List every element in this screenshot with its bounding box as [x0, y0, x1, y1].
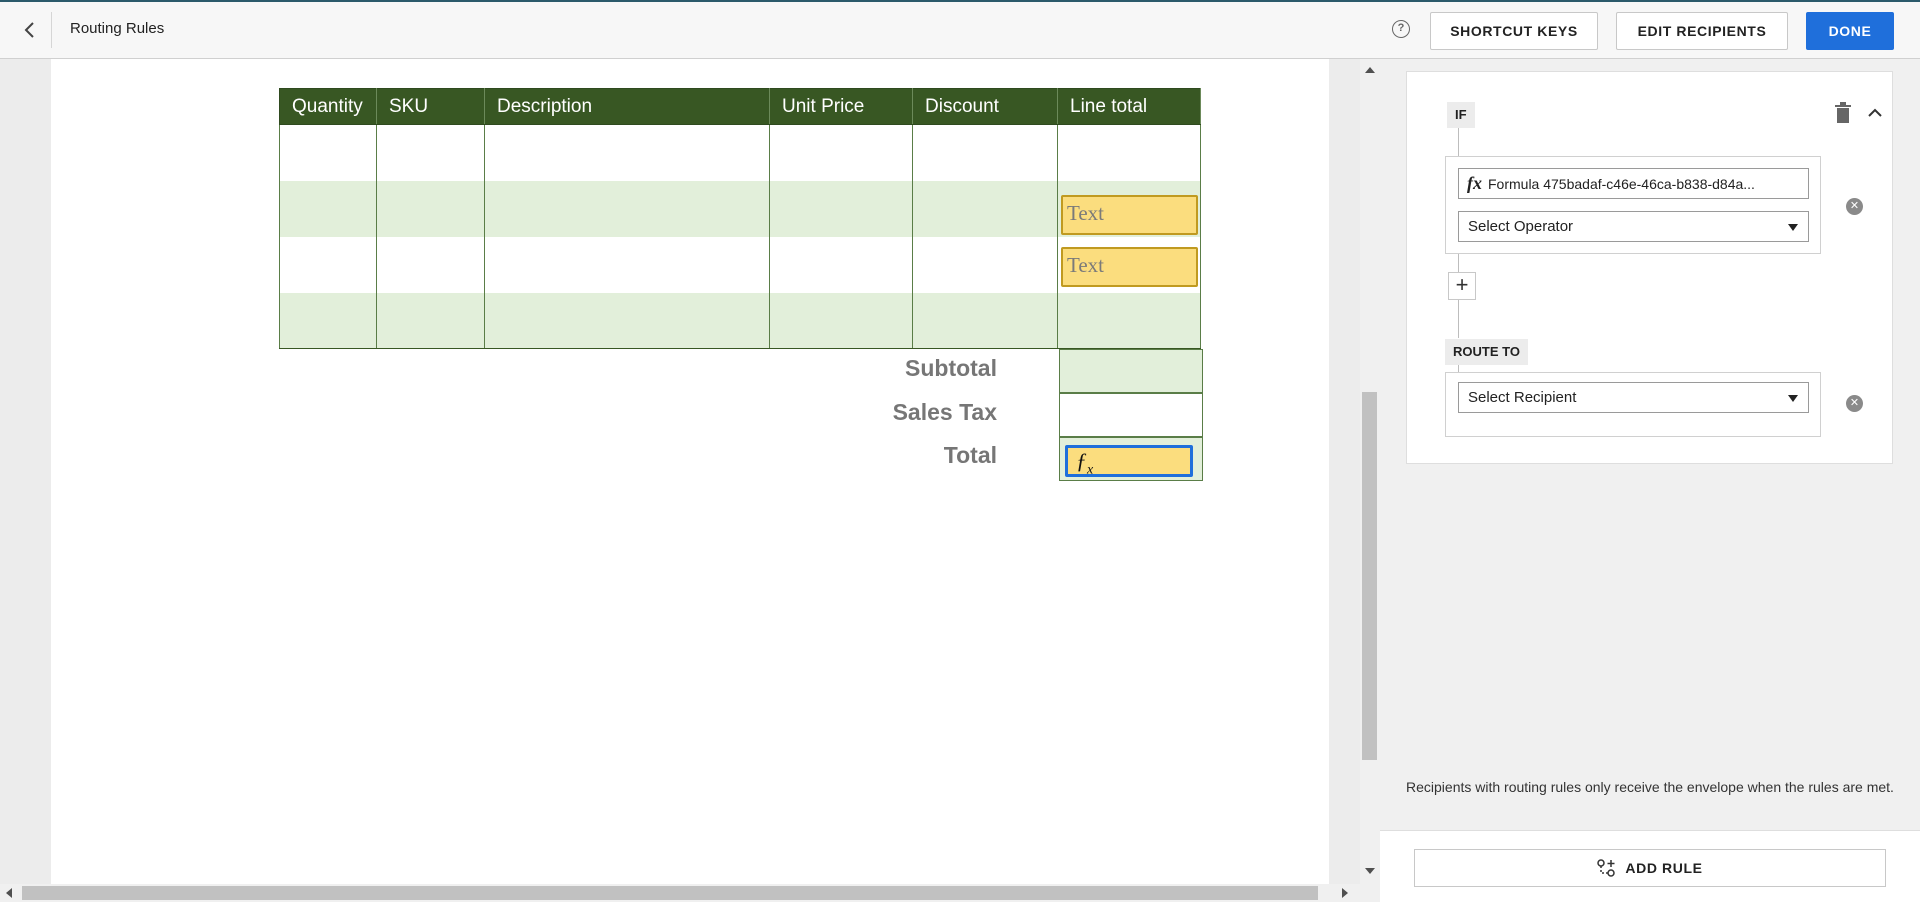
table-row: [279, 124, 1201, 181]
text-field[interactable]: Text: [1061, 247, 1198, 287]
document-page: Quantity SKU Description Unit Price Disc…: [51, 59, 1329, 884]
function-icon: fx: [1467, 173, 1482, 193]
sales-tax-cell: [1059, 393, 1203, 437]
table-row: [279, 292, 1201, 349]
header-divider: [51, 12, 52, 48]
formula-input-text: Formula 475badaf-c46e-46ca-b838-d84a...: [1488, 175, 1755, 192]
chevron-up-icon[interactable]: [1866, 104, 1884, 122]
add-rule-bar: ADD RULE: [1380, 830, 1920, 902]
column-header-discount: Discount: [912, 88, 1058, 125]
connector-line: [1458, 128, 1459, 156]
scroll-down-arrow-icon[interactable]: [1365, 868, 1375, 874]
dropdown-caret-icon: [1788, 395, 1798, 402]
shortcut-keys-button[interactable]: SHORTCUT KEYS: [1430, 12, 1598, 50]
horizontal-scroll-thumb[interactable]: [22, 886, 1318, 900]
help-circle-icon[interactable]: ?: [1392, 20, 1410, 38]
back-button[interactable]: [18, 16, 40, 44]
vertical-scrollbar[interactable]: [1360, 59, 1380, 884]
dropdown-caret-icon: [1788, 224, 1798, 231]
column-header-description: Description: [484, 88, 770, 125]
rule-card: IF fx Formula 475badaf-c46e-46ca-b838-d8…: [1406, 71, 1893, 464]
operator-select-text: Select Operator: [1468, 218, 1574, 235]
scroll-right-arrow-icon[interactable]: [1342, 888, 1348, 898]
formula-icon: ƒx: [1076, 448, 1094, 478]
chevron-left-icon: [24, 22, 34, 38]
add-condition-button[interactable]: +: [1448, 272, 1476, 300]
document-area: Quantity SKU Description Unit Price Disc…: [0, 59, 1380, 884]
if-chip: IF: [1447, 102, 1475, 128]
scroll-up-arrow-icon[interactable]: [1365, 67, 1375, 73]
edit-recipients-button[interactable]: EDIT RECIPIENTS: [1616, 12, 1788, 50]
horizontal-scrollbar[interactable]: [0, 884, 1360, 902]
table-header-row: Quantity SKU Description Unit Price Disc…: [279, 88, 1201, 125]
formula-input[interactable]: fx Formula 475badaf-c46e-46ca-b838-d84a.…: [1458, 168, 1809, 199]
vertical-scroll-thumb[interactable]: [1362, 392, 1377, 760]
recipient-box: Select Recipient: [1445, 372, 1821, 437]
remove-condition-icon[interactable]: ✕: [1846, 198, 1863, 215]
add-rule-label: ADD RULE: [1625, 860, 1703, 876]
column-header-unit-price: Unit Price: [769, 88, 913, 125]
add-rule-button[interactable]: ADD RULE: [1414, 849, 1886, 887]
routing-panel: IF fx Formula 475badaf-c46e-46ca-b838-d8…: [1380, 59, 1920, 902]
page-title: Routing Rules: [70, 20, 165, 37]
text-field[interactable]: Text: [1061, 195, 1198, 235]
recipient-select[interactable]: Select Recipient: [1458, 382, 1809, 413]
add-rule-icon: [1597, 859, 1616, 877]
subtotal-label: Subtotal: [905, 355, 997, 381]
route-to-chip: ROUTE TO: [1445, 339, 1528, 365]
column-header-line-total: Line total: [1057, 88, 1201, 125]
done-button[interactable]: DONE: [1806, 12, 1894, 50]
condition-box: fx Formula 475badaf-c46e-46ca-b838-d84a.…: [1445, 156, 1821, 254]
subtotal-cell: [1059, 349, 1203, 393]
scroll-left-arrow-icon[interactable]: [6, 888, 12, 898]
total-label: Total: [943, 442, 997, 468]
top-bar: Routing Rules ? SHORTCUT KEYS EDIT RECIP…: [0, 0, 1920, 59]
trash-icon[interactable]: [1834, 102, 1852, 124]
column-header-quantity: Quantity: [279, 88, 377, 125]
sales-tax-label: Sales Tax: [892, 399, 997, 425]
operator-select[interactable]: Select Operator: [1458, 211, 1809, 242]
connector-line: [1458, 254, 1459, 272]
routing-note: Recipients with routing rules only recei…: [1406, 779, 1894, 795]
remove-recipient-icon[interactable]: ✕: [1846, 395, 1863, 412]
recipient-select-text: Select Recipient: [1468, 389, 1577, 406]
connector-line: [1458, 300, 1459, 338]
column-header-sku: SKU: [376, 88, 485, 125]
formula-field[interactable]: ƒx: [1065, 445, 1193, 477]
